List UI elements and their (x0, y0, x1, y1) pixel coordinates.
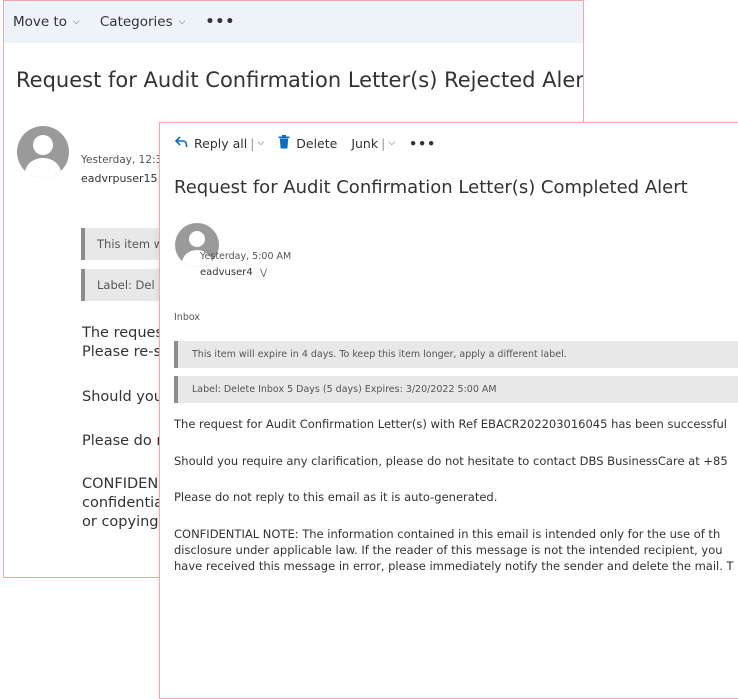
reply-all-label: Reply all (194, 135, 248, 151)
email-subject: Request for Audit Confirmation Letter(s)… (16, 68, 584, 92)
chevron-down-icon[interactable]: ⌵ (388, 138, 395, 148)
body-paragraph-3: Please do not reply to this email as it … (174, 490, 498, 504)
double-chevron-down-icon[interactable]: ⋁ (260, 268, 267, 278)
body-paragraph-2: Should you require any clarification, pl… (174, 454, 728, 468)
body-line: disclosure under applicable law. If the … (174, 543, 723, 557)
reply-all-icon (174, 135, 188, 152)
message-toolbar: Reply all | ⌵ Delete Junk | ⌵ ••• (160, 123, 738, 163)
email-timestamp: Yesterday, 5:00 AM (200, 251, 292, 262)
delete-button[interactable]: Delete (278, 134, 338, 152)
body-paragraph-4: CONFIDENTIAL NOTE: The information conta… (174, 526, 734, 574)
reply-all-button[interactable]: Reply all | ⌵ (174, 135, 264, 152)
categories-label: Categories (99, 14, 173, 30)
move-to-label: Move to (13, 14, 68, 30)
body-line: Please re-su (82, 344, 171, 360)
junk-label: Junk (351, 135, 379, 151)
body-line: The reques (82, 325, 164, 341)
chevron-down-icon[interactable]: ⌵ (257, 138, 264, 148)
email-timestamp: Yesterday, 12:3 (81, 154, 163, 166)
retention-info-bar: This item will expire in 4 days. To keep… (174, 341, 738, 368)
email-subject: Request for Audit Confirmation Letter(s)… (174, 177, 688, 198)
body-line: have received this message in error, ple… (174, 559, 734, 573)
more-actions-button[interactable]: ••• (409, 136, 436, 151)
divider: | (250, 135, 255, 151)
body-paragraph-2: Should you (82, 389, 163, 405)
avatar-head-shape (33, 135, 53, 155)
sender-name[interactable]: eadvuser4 (200, 267, 253, 278)
email-window-completed: Reply all | ⌵ Delete Junk | ⌵ ••• Reques… (159, 122, 738, 699)
body-paragraph-1: The reques Please re-su (82, 324, 170, 362)
folder-label[interactable]: Inbox (174, 312, 200, 323)
body-paragraph-1: The request for Audit Confirmation Lette… (174, 417, 727, 431)
body-line: or copying (82, 514, 159, 530)
message-toolbar: Move to ⌵ Categories ⌵ ••• (4, 1, 583, 43)
sender-row: eadvuser4 ⋁ (200, 267, 267, 278)
junk-button[interactable]: Junk | ⌵ (351, 136, 395, 151)
body-paragraph-3: Please do n (82, 433, 166, 449)
categories-button[interactable]: Categories ⌵ (100, 14, 186, 30)
delete-label: Delete (296, 135, 338, 151)
label-info-bar: Label: Delete Inbox 5 Days (5 days) Expi… (174, 376, 738, 403)
trash-icon (278, 134, 290, 152)
move-to-button[interactable]: Move to ⌵ (13, 14, 80, 30)
body-line: CONFIDEN (82, 476, 159, 492)
divider: | (381, 135, 386, 151)
avatar-body-shape (25, 158, 61, 178)
avatar-head-shape (189, 231, 205, 247)
sender-avatar[interactable] (17, 126, 69, 178)
body-paragraph-4: CONFIDEN confidentia or copying (82, 475, 163, 532)
chevron-down-icon: ⌵ (178, 17, 186, 27)
body-line: CONFIDENTIAL NOTE: The information conta… (174, 527, 721, 541)
body-line: confidentia (82, 495, 164, 511)
chevron-down-icon: ⌵ (73, 17, 80, 27)
more-actions-button[interactable]: ••• (205, 14, 235, 30)
sender-name[interactable]: eadvrpuser15 (81, 172, 158, 185)
